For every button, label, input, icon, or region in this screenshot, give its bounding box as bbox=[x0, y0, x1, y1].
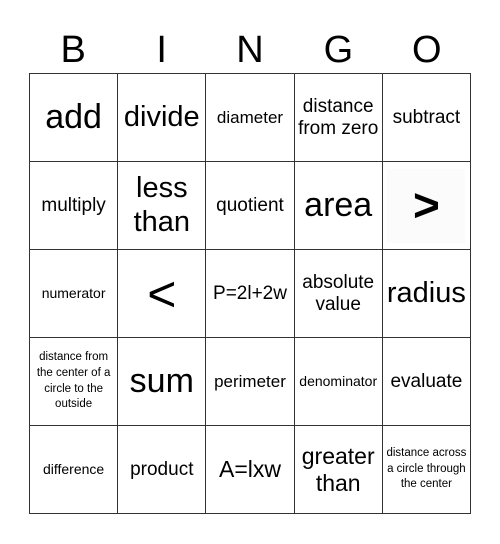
bingo-cell[interactable]: denominator bbox=[294, 338, 383, 426]
bingo-cell[interactable]: distance across a circle through the cen… bbox=[382, 426, 471, 514]
bingo-cell[interactable]: evaluate bbox=[382, 338, 471, 426]
bingo-cell[interactable]: distance from zero bbox=[294, 74, 383, 162]
bingo-cell[interactable]: diameter bbox=[206, 74, 295, 162]
bingo-cell[interactable]: greater than bbox=[294, 426, 383, 514]
bingo-cell[interactable]: absolute value bbox=[294, 250, 383, 338]
header-letter-g: G bbox=[323, 29, 354, 71]
bingo-cell[interactable]: add bbox=[30, 74, 119, 162]
header-letter-i: I bbox=[156, 29, 167, 71]
header-letter-o: O bbox=[412, 29, 442, 71]
bingo-cell[interactable]: subtract bbox=[382, 74, 471, 162]
bingo-cell[interactable]: product bbox=[118, 426, 207, 514]
bingo-cell[interactable]: difference bbox=[30, 426, 119, 514]
bingo-cell[interactable]: less than bbox=[118, 162, 207, 250]
bingo-header: B I N G O bbox=[29, 28, 471, 72]
bingo-cell[interactable]: P=2l+2w bbox=[206, 250, 295, 338]
bingo-cell[interactable]: multiply bbox=[30, 162, 119, 250]
header-letter-n: N bbox=[236, 29, 264, 71]
greater-than-symbol-image: > bbox=[387, 168, 466, 243]
bingo-cell[interactable]: area bbox=[294, 162, 383, 250]
bingo-cell[interactable]: divide bbox=[118, 74, 207, 162]
bingo-cell[interactable]: > bbox=[382, 162, 471, 250]
bingo-cell[interactable]: < bbox=[118, 250, 207, 338]
bingo-cell[interactable]: quotient bbox=[206, 162, 295, 250]
bingo-cell[interactable]: perimeter bbox=[206, 338, 295, 426]
bingo-cell[interactable]: distance from the center of a circle to … bbox=[30, 338, 119, 426]
bingo-cell[interactable]: sum bbox=[118, 338, 207, 426]
bingo-cell[interactable]: A=lxw bbox=[206, 426, 295, 514]
bingo-board: add divide diameter distance from zero s… bbox=[29, 73, 471, 514]
bingo-cell[interactable]: numerator bbox=[30, 250, 119, 338]
header-letter-b: B bbox=[60, 29, 86, 71]
bingo-cell[interactable]: radius bbox=[382, 250, 471, 338]
